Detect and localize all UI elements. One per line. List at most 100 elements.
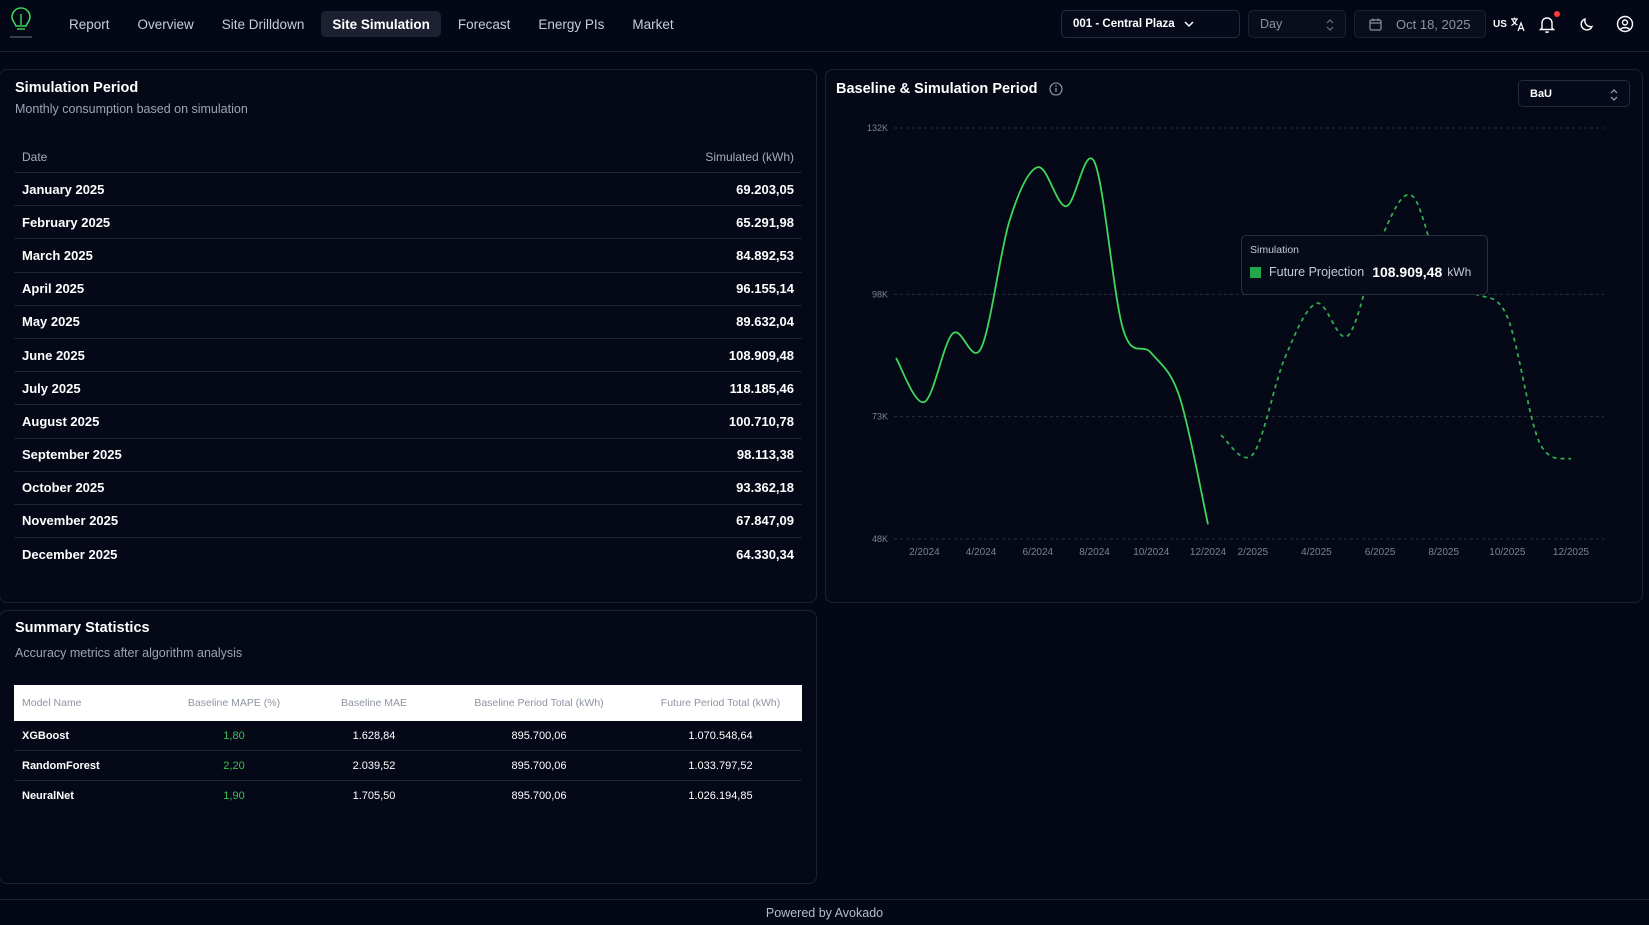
footer: Powered by Avokado <box>0 899 1649 925</box>
notification-dot <box>1554 11 1560 17</box>
model-name: XGBoost <box>22 729 70 742</box>
tooltip-unit: kWh <box>1447 265 1472 279</box>
info-icon[interactable] <box>1049 82 1063 96</box>
simulation-row: September 2025 98.113,38 <box>14 439 802 472</box>
x-tick-label: 12/2025 <box>1553 547 1590 558</box>
language-switch[interactable]: US <box>1493 16 1526 32</box>
future-period-total: 1.070.548,64 <box>688 729 753 742</box>
nav-report[interactable]: Report <box>58 11 121 37</box>
simulation-row-date: August 2025 <box>22 413 100 429</box>
simulation-row-value: 84.892,53 <box>736 247 794 263</box>
column-header-future-total: Future Period Total (kWh) <box>660 697 781 709</box>
language-code: US <box>1493 18 1507 30</box>
simulation-row: July 2025 118.185,46 <box>14 372 802 406</box>
baseline-period-total: 895.700,06 <box>511 729 567 742</box>
simulation-row-date: December 2025 <box>22 547 118 563</box>
chevron-updown-icon <box>1326 19 1334 31</box>
x-tick-label: 6/2025 <box>1365 547 1396 558</box>
column-header-model: Model Name <box>22 697 82 709</box>
translate-icon <box>1510 17 1525 32</box>
simulation-row-date: June 2025 <box>22 347 85 363</box>
tooltip-swatch <box>1250 266 1261 278</box>
x-tick-label: 4/2024 <box>966 547 997 558</box>
summary-subtitle: Accuracy metrics after algorithm analysi… <box>15 646 243 660</box>
nav-market[interactable]: Market <box>621 11 684 37</box>
chart-tooltip: Simulation Future Projection 108.909,48 … <box>1241 235 1488 295</box>
simulation-subtitle: Monthly consumption based on simulation <box>15 102 248 116</box>
simulation-row-value: 98.113,38 <box>736 447 794 463</box>
simulation-row-date: November 2025 <box>22 513 119 529</box>
y-tick-label: 48K <box>872 534 888 544</box>
model-name: NeuralNet <box>22 790 74 802</box>
x-tick-label: 4/2025 <box>1301 547 1332 558</box>
footer-text: Powered by Avokado <box>765 906 884 920</box>
simulation-period-card: Simulation Period Monthly consumption ba… <box>0 69 817 603</box>
baseline-simulation-chart-card: 132K 98K 73K 48K 2/2024 4/2024 6/2024 8/2024 10/… <box>825 69 1643 603</box>
baseline-simulation-chart: 132K 98K 73K 48K 2/2024 4/2024 6/2024 8/2024 10/… <box>867 123 1604 558</box>
summary-statistics-card: Summary Statistics Accuracy metrics afte… <box>0 610 817 884</box>
simulation-row: May 2025 89.632,04 <box>14 306 802 339</box>
nav-forecast[interactable]: Forecast <box>447 11 522 37</box>
simulation-row-date: February 2025 <box>22 214 111 230</box>
column-header-date: Date <box>22 150 48 164</box>
top-navbar: Report Overview Site Drilldown Site Simu… <box>0 0 1649 52</box>
simulation-row-value: 93.362,18 <box>736 480 794 496</box>
simulation-row-value: 96.155,14 <box>736 281 794 297</box>
x-tick-label: 10/2025 <box>1489 547 1526 558</box>
simulation-row: October 2025 93.362,18 <box>14 472 802 505</box>
simulation-row-date: March 2025 <box>22 247 93 263</box>
simulation-row-value: 100.710,78 <box>728 413 794 429</box>
simulation-row-value: 69.203,05 <box>736 181 794 197</box>
nav-overview[interactable]: Overview <box>127 11 205 37</box>
simulation-row-date: May 2025 <box>22 314 80 330</box>
chevron-down-icon <box>1184 21 1194 28</box>
simulation-row: August 2025 100.710,78 <box>14 405 802 439</box>
summary-table: Model Name Baseline MAPE (%) Baseline MA… <box>14 685 802 811</box>
scenario-select[interactable]: BaU <box>1518 80 1630 107</box>
granularity-select[interactable]: Day <box>1248 10 1346 38</box>
future-period-total: 1.033.797,52 <box>688 759 753 772</box>
user-circle-icon[interactable] <box>1615 14 1635 34</box>
nav-site-drilldown[interactable]: Site Drilldown <box>211 11 316 37</box>
nav-energy-pis[interactable]: Energy PIs <box>527 11 615 37</box>
y-tick-label: 132K <box>867 123 888 133</box>
baseline-mae: 2.039,52 <box>352 759 396 772</box>
baseline-series-line <box>895 157 1209 525</box>
y-tick-label: 98K <box>872 289 888 299</box>
model-name: RandomForest <box>22 759 100 772</box>
x-tick-label: 8/2024 <box>1079 547 1110 558</box>
chevron-updown-icon <box>1610 89 1618 101</box>
calendar-icon <box>1369 18 1382 31</box>
simulation-row: June 2025 108.909,48 <box>14 339 802 373</box>
simulation-row-value: 65.291,98 <box>736 214 794 230</box>
x-tick-label: 2/2024 <box>909 547 940 558</box>
tooltip-series: Future Projection <box>1269 265 1365 279</box>
simulation-row-date: September 2025 <box>22 447 122 463</box>
moon-icon[interactable] <box>1577 14 1597 34</box>
chart-title: Baseline & Simulation Period <box>836 81 1038 97</box>
baseline-mae: 1.705,50 <box>352 790 396 802</box>
baseline-period-total: 895.700,06 <box>511 759 567 772</box>
simulation-row: February 2025 65.291,98 <box>14 206 802 240</box>
bell-icon[interactable] <box>1537 14 1557 34</box>
bulb-logo-icon[interactable] <box>8 6 34 40</box>
main-nav: Report Overview Site Drilldown Site Simu… <box>58 11 691 37</box>
column-header-mae: Baseline MAE <box>341 697 407 709</box>
baseline-mape: 1,90 <box>223 790 245 802</box>
y-tick-label: 73K <box>872 412 888 422</box>
scenario-value: BaU <box>1530 87 1553 100</box>
simulation-row: January 2025 69.203,05 <box>14 173 802 207</box>
site-select[interactable]: 001 - Central Plaza <box>1061 10 1240 38</box>
date-picker[interactable]: Oct 18, 2025 <box>1354 10 1486 38</box>
x-tick-label: 8/2025 <box>1428 547 1459 558</box>
simulation-row: March 2025 84.892,53 <box>14 239 802 273</box>
date-value: Oct 18, 2025 <box>1396 16 1471 32</box>
x-tick-label: 6/2024 <box>1023 547 1054 558</box>
nav-site-simulation[interactable]: Site Simulation <box>321 11 441 37</box>
site-select-value: 001 - Central Plaza <box>1073 18 1175 30</box>
baseline-mape: 1,80 <box>223 729 245 742</box>
baseline-period-total: 895.700,06 <box>511 790 567 802</box>
future-period-total: 1.026.194,85 <box>688 790 753 802</box>
simulation-row-value: 67.847,09 <box>736 513 794 529</box>
column-header-mape: Baseline MAPE (%) <box>187 697 281 709</box>
